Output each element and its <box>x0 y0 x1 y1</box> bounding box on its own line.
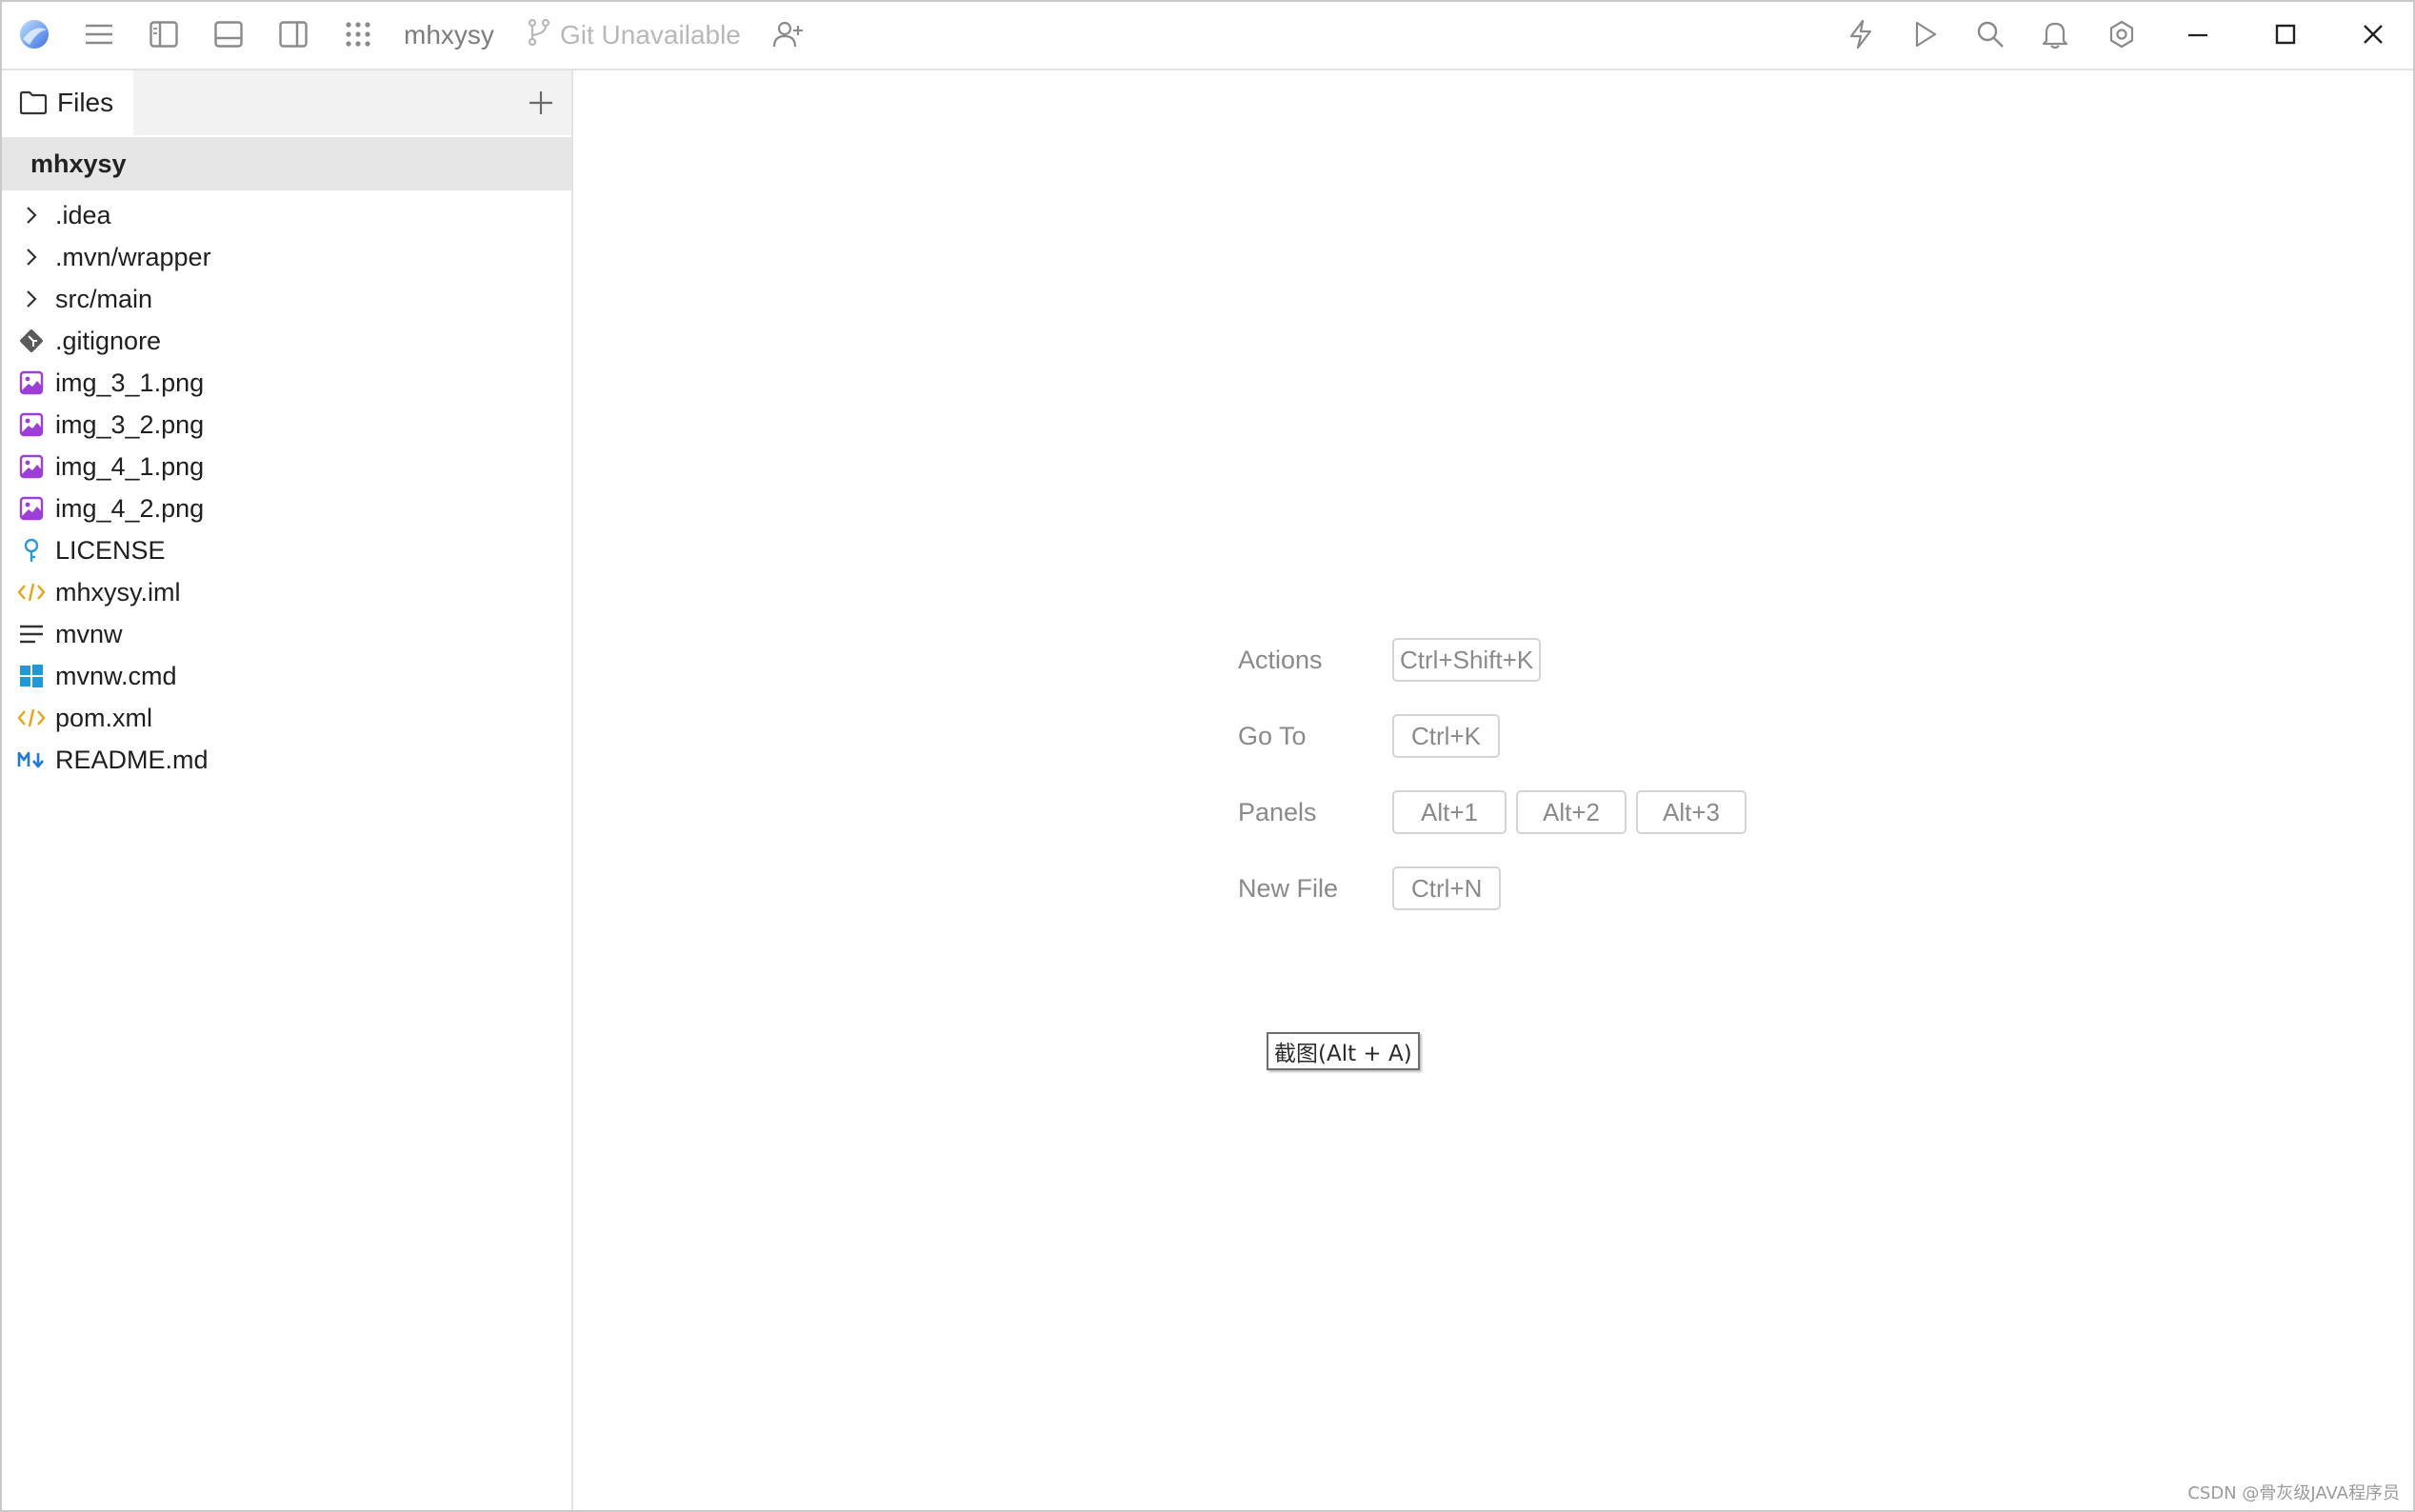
list-item-label: mhxysy.iml <box>55 577 181 607</box>
play-icon[interactable] <box>1905 13 1946 55</box>
file-tree: .idea .mvn/wrapper src/main .gitignore img_3… <box>2 194 571 781</box>
list-item[interactable]: LICENSE <box>2 529 571 571</box>
shortcut-goto: Go To Ctrl+K <box>1238 712 1509 760</box>
list-item-label: pom.xml <box>55 703 153 732</box>
list-item[interactable]: README.md <box>2 739 571 781</box>
list-item[interactable]: .mvn/wrapper <box>2 236 571 278</box>
git-file-icon <box>17 327 46 355</box>
xml-file-icon <box>17 704 46 732</box>
maximize-icon[interactable] <box>2265 13 2306 55</box>
editor-area: Actions Ctrl+Shift+K Go To Ctrl+K Panels… <box>573 70 2413 1510</box>
sidebar-tab-bar: Files <box>2 70 571 135</box>
plus-icon <box>529 91 552 114</box>
toggle-bottom-panel-icon[interactable] <box>208 13 249 55</box>
list-item-label: README.md <box>55 745 209 774</box>
chevron-right-icon <box>17 243 46 271</box>
folder-icon <box>19 90 48 115</box>
watermark: CSDN @骨灰级JAVA程序员 <box>2187 1483 2400 1503</box>
license-file-icon <box>17 536 46 565</box>
shortcut-panels: Panels Alt+1 Alt+2 Alt+3 <box>1238 788 1756 836</box>
workspace-name[interactable]: mhxysy <box>404 2 494 69</box>
list-item-label: img_4_2.png <box>55 493 205 523</box>
list-item-label: img_4_1.png <box>55 451 205 481</box>
list-item[interactable]: img_3_2.png <box>2 404 571 446</box>
list-item[interactable]: .gitignore <box>2 320 571 362</box>
shortcut-key: Ctrl+Shift+K <box>1392 638 1542 682</box>
list-item[interactable]: mvnw <box>2 613 571 655</box>
shortcut-actions: Actions Ctrl+Shift+K <box>1238 636 1550 684</box>
shortcut-label: New File <box>1238 873 1339 903</box>
shortcut-newfile: New File Ctrl+N <box>1238 865 1510 912</box>
markdown-file-icon <box>17 746 46 774</box>
list-item-label: img_3_2.png <box>55 409 205 439</box>
image-file-icon <box>17 452 46 481</box>
image-file-icon <box>17 410 46 439</box>
tab-files-label: Files <box>57 88 114 117</box>
list-item-label: .gitignore <box>55 326 162 355</box>
chevron-right-icon <box>17 201 46 229</box>
root-folder[interactable]: mhxysy <box>2 137 571 190</box>
image-file-icon <box>17 368 46 397</box>
shortcut-label: Panels <box>1238 797 1317 826</box>
text-file-icon <box>17 620 46 648</box>
list-item[interactable]: mhxysy.iml <box>2 571 571 613</box>
screenshot-tooltip: 截图(Alt + A) <box>1267 1032 1420 1070</box>
shortcut-key: Alt+3 <box>1636 790 1746 834</box>
windows-file-icon <box>17 662 46 690</box>
list-item-label: mvnw <box>55 619 123 648</box>
git-branch-icon <box>528 18 550 53</box>
list-item-label: .mvn/wrapper <box>55 242 211 271</box>
tab-files[interactable]: Files <box>2 70 133 135</box>
image-file-icon <box>17 494 46 523</box>
shortcut-key: Alt+1 <box>1392 790 1507 834</box>
shortcut-key: Ctrl+K <box>1392 714 1500 758</box>
shortcut-key: Ctrl+N <box>1392 866 1502 910</box>
search-icon[interactable] <box>1969 13 2011 55</box>
list-item-label: img_3_1.png <box>55 368 205 397</box>
gear-icon[interactable] <box>2101 13 2143 55</box>
add-panel-button[interactable] <box>522 84 560 122</box>
list-item[interactable]: pom.xml <box>2 697 571 739</box>
shortcut-label: Actions <box>1238 645 1323 674</box>
toggle-right-panel-icon[interactable] <box>272 13 314 55</box>
list-item-label: mvnw.cmd <box>55 661 177 690</box>
list-item[interactable]: img_4_2.png <box>2 487 571 529</box>
chevron-right-icon <box>17 285 46 313</box>
apps-grid-icon[interactable] <box>337 13 379 55</box>
git-status[interactable]: Git Unavailable <box>528 2 741 69</box>
bell-icon[interactable] <box>2034 13 2076 55</box>
title-bar: mhxysy Git Unavailable <box>2 2 2413 70</box>
list-item-label: LICENSE <box>55 535 166 565</box>
list-item[interactable]: mvnw.cmd <box>2 655 571 697</box>
list-item[interactable]: img_4_1.png <box>2 446 571 487</box>
xml-file-icon <box>17 578 46 607</box>
app-window: mhxysy Git Unavailable Files mhxysy .ide… <box>0 0 2415 1512</box>
add-collaborator-icon[interactable] <box>768 13 809 55</box>
minimize-icon[interactable] <box>2177 13 2219 55</box>
app-logo-icon[interactable] <box>13 13 55 55</box>
list-item[interactable]: img_3_1.png <box>2 362 571 404</box>
list-item[interactable]: .idea <box>2 194 571 236</box>
close-icon[interactable] <box>2352 13 2394 55</box>
list-item-label: src/main <box>55 284 153 313</box>
toggle-left-panel-icon[interactable] <box>143 13 185 55</box>
list-item-label: .idea <box>55 200 111 229</box>
shortcut-key: Alt+2 <box>1516 790 1627 834</box>
list-item[interactable]: src/main <box>2 278 571 320</box>
hamburger-menu-icon[interactable] <box>78 13 120 55</box>
lightning-icon[interactable] <box>1840 13 1882 55</box>
shortcut-label: Go To <box>1238 721 1307 750</box>
git-status-label: Git Unavailable <box>560 20 741 50</box>
sidebar: Files mhxysy .idea .mvn/wrapper src/main .g… <box>2 70 573 1510</box>
